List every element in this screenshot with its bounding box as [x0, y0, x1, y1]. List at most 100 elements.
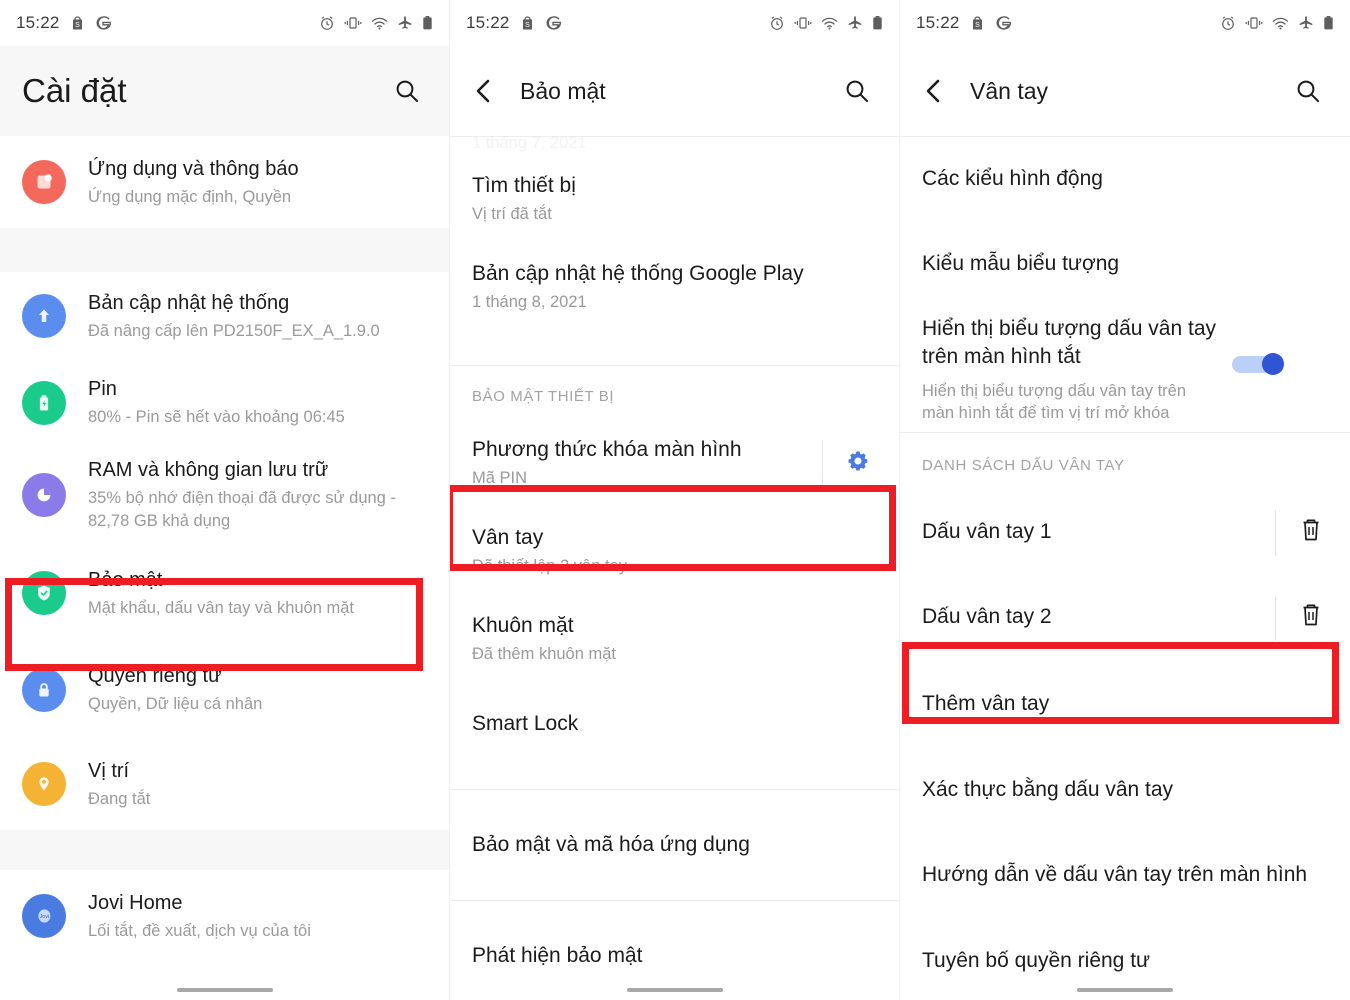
airplane-mode-icon: [1298, 15, 1314, 31]
home-indicator: [626, 988, 723, 992]
system-update-icon: [22, 294, 66, 338]
list-item-smart-lock[interactable]: Smart Lock: [450, 683, 899, 765]
trash-icon[interactable]: [1298, 516, 1324, 549]
section-gap: [0, 830, 449, 870]
sidebar-item-system-update[interactable]: Bản cập nhật hệ thống Đã nâng cấp lên PD…: [0, 272, 449, 360]
google-g-icon: [95, 15, 111, 31]
jovi-icon: Jovi: [22, 894, 66, 938]
alarm-icon: [1220, 15, 1236, 31]
back-chevron-icon[interactable]: [922, 78, 962, 104]
list-item-subtitle: Quyền, Dữ liệu cá nhân: [88, 695, 263, 714]
list-item-fingerprint-2[interactable]: Dấu vân tay 2: [900, 575, 1350, 660]
alarm-icon: [769, 15, 785, 31]
home-indicator: [176, 988, 273, 992]
wifi-icon: [1272, 15, 1289, 31]
screen-fingerprint: 15:22 S Vân tay Các kiểu hình động Kiểu …: [900, 0, 1350, 1000]
list-item-title: Hiển thị biểu tượng dấu vân tay trên màn…: [922, 317, 1217, 369]
list-item-title: Ứng dụng và thông báo: [88, 157, 299, 180]
list-item-title: Dấu vân tay 2: [922, 605, 1052, 629]
list-item-subtitle: Vị trí đã tắt: [472, 205, 552, 224]
screen-settings: 15:22 S Cài đặt Ứng dụng và thông báo Ứn…: [0, 0, 450, 1000]
list-item-title: Khuôn mặt: [472, 613, 574, 637]
sidebar-item-location[interactable]: Vị trí Đang tắt: [0, 738, 449, 830]
alarm-icon: [319, 15, 335, 31]
list-item-app-security-encryption[interactable]: Bảo mật và mã hóa ứng dụng: [450, 790, 899, 900]
list-item-title: Phương thức khóa màn hình: [472, 437, 742, 461]
list-item-title: Bảo mật: [88, 568, 163, 591]
list-item-animation-styles[interactable]: Các kiểu hình động: [900, 137, 1350, 221]
list-item-icon-style[interactable]: Kiểu mẫu biểu tượng: [900, 221, 1350, 307]
app-bar: Bảo mật: [450, 46, 899, 136]
list-item-security-detection[interactable]: Phát hiện bảo mật: [450, 901, 899, 1000]
list-item-title: Dấu vân tay 1: [922, 520, 1052, 544]
sidebar-item-security[interactable]: Bảo mật Mật khẩu, dấu vân tay và khuôn m…: [0, 545, 449, 641]
status-bar: 15:22 S: [450, 0, 899, 46]
list-item-title: Vân tay: [472, 525, 544, 549]
vibrate-icon: [794, 15, 812, 31]
lock-icon: [22, 667, 66, 712]
apps-icon: [22, 160, 66, 204]
vibrate-icon: [344, 15, 362, 31]
list-item-subtitle: Ứng dụng mặc định, Quyền: [88, 187, 292, 206]
shopping-bag-icon: S: [970, 15, 985, 31]
page-title: Cài đặt: [22, 72, 127, 109]
list-item-subtitle: Mã PIN: [472, 469, 528, 488]
sidebar-item-jovi-home[interactable]: Jovi Jovi Home Lối tắt, đề xuất, dịch vụ…: [0, 870, 449, 962]
list-item-find-device[interactable]: Tìm thiết bị Vị trí đã tắt: [450, 155, 899, 243]
svg-text:S: S: [975, 22, 980, 29]
trailing-divider: [1275, 594, 1276, 641]
search-icon[interactable]: [837, 71, 877, 111]
trailing-divider: [1275, 509, 1276, 556]
list-item-title: RAM và không gian lưu trữ: [88, 459, 329, 482]
storage-icon: [22, 473, 66, 517]
status-bar: 15:22 S: [900, 0, 1350, 46]
list-item-fingerprint-1[interactable]: Dấu vân tay 1: [900, 490, 1350, 575]
list-item-title: Bảo mật và mã hóa ứng dụng: [472, 832, 750, 856]
battery-icon: [872, 15, 883, 31]
section-gap: [0, 228, 449, 272]
list-item-add-fingerprint[interactable]: Thêm vân tay: [900, 660, 1350, 748]
list-item-title: Bản cập nhật hệ thống: [88, 291, 290, 314]
list-item-title: Hướng dẫn về dấu vân tay trên màn hình: [922, 862, 1308, 886]
list-item-face[interactable]: Khuôn mặt Đã thêm khuôn mặt: [450, 595, 899, 683]
list-item-screen-lock-method[interactable]: Phương thức khóa màn hình Mã PIN: [450, 419, 899, 507]
list-item-subtitle: 35% bộ nhớ điện thoại đã được sử dụng - …: [88, 489, 396, 530]
list-item-subtitle: 1 tháng 7, 2021: [472, 134, 587, 153]
app-bar: Cài đặt: [0, 46, 449, 136]
sidebar-item-privacy[interactable]: Quyền riêng tư Quyền, Dữ liệu cá nhân: [0, 641, 449, 738]
search-icon[interactable]: [1288, 71, 1328, 111]
back-chevron-icon[interactable]: [472, 78, 512, 104]
list-item-subtitle: Hiển thị biểu tượng dấu vân tay trên màn…: [922, 381, 1187, 423]
status-bar-clock: 15:22: [916, 13, 960, 32]
location-pin-icon: [22, 762, 66, 806]
page-title: Bảo mật: [520, 77, 606, 104]
vibrate-icon: [1245, 15, 1263, 31]
list-item-google-play-system-update[interactable]: Bản cập nhật hệ thống Google Play 1 thán…: [450, 243, 899, 331]
shield-check-icon: [22, 571, 66, 615]
sidebar-item-apps-and-notifications[interactable]: Ứng dụng và thông báo Ứng dụng mặc định,…: [0, 136, 449, 228]
google-g-icon: [545, 15, 561, 31]
airplane-mode-icon: [397, 15, 413, 31]
gear-icon[interactable]: [845, 448, 871, 479]
list-item-subtitle: 1 tháng 8, 2021: [472, 293, 587, 312]
airplane-mode-icon: [847, 15, 863, 31]
svg-text:Jovi: Jovi: [40, 914, 50, 920]
list-item-on-screen-fingerprint-guide[interactable]: Hướng dẫn về dấu vân tay trên màn hình: [900, 832, 1350, 918]
fingerprint-icon-toggle[interactable]: [1232, 353, 1284, 375]
sidebar-item-battery[interactable]: Pin 80% - Pin sẽ hết vào khoảng 06:45: [0, 360, 449, 445]
search-icon[interactable]: [387, 71, 427, 111]
list-item-fingerprint[interactable]: Vân tay Đã thiết lập 2 vân tay: [450, 507, 899, 595]
list-item-show-fingerprint-icon-on-off-screen[interactable]: Hiển thị biểu tượng dấu vân tay trên màn…: [900, 307, 1350, 432]
list-item-subtitle: Mật khẩu, dấu vân tay và khuôn mặt: [88, 598, 354, 617]
list-item-fingerprint-authentication[interactable]: Xác thực bằng dấu vân tay: [900, 748, 1350, 832]
trash-icon[interactable]: [1298, 601, 1324, 634]
list-item-title: Bản cập nhật hệ thống Google Play: [472, 261, 804, 285]
list-item-title: Xác thực bằng dấu vân tay: [922, 777, 1174, 801]
sidebar-item-ram-and-storage[interactable]: RAM và không gian lưu trữ 35% bộ nhớ điệ…: [0, 445, 449, 545]
page-title: Vân tay: [970, 77, 1048, 104]
battery-icon: [22, 380, 66, 425]
